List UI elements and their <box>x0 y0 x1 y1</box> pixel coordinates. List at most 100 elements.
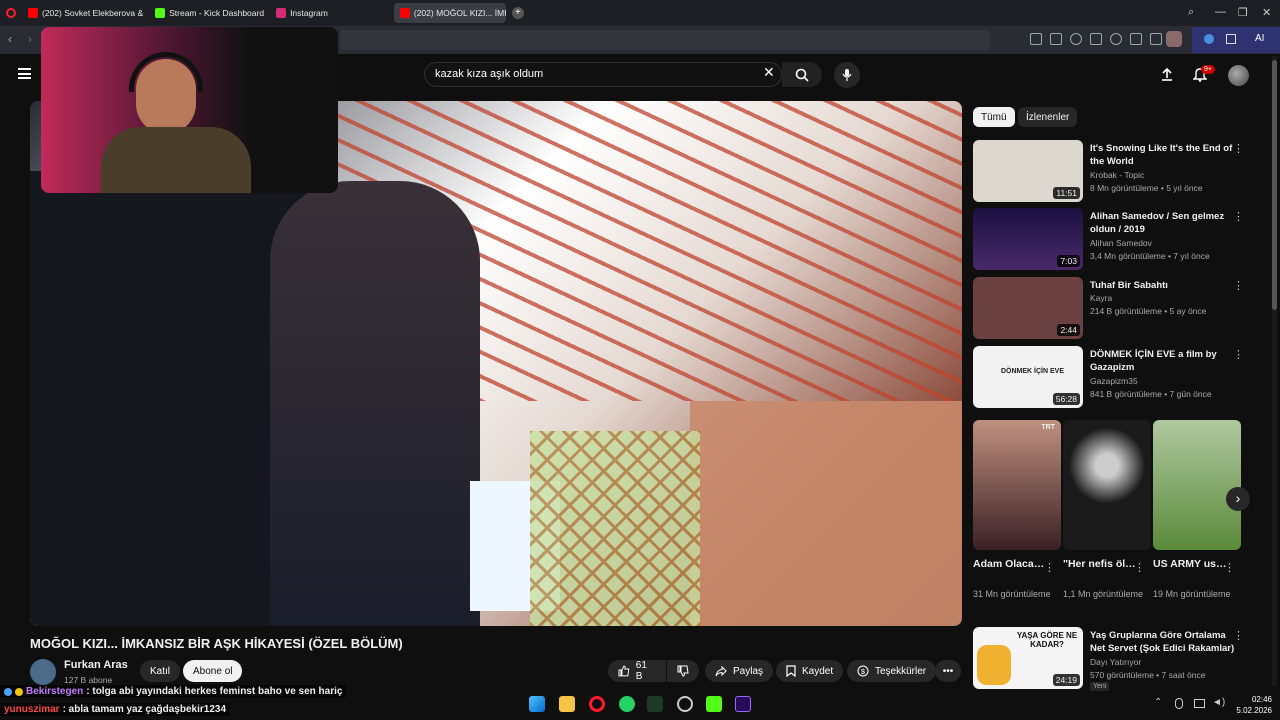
more-vertical-icon[interactable]: ⋮ <box>1134 561 1145 574</box>
recommendation-item[interactable]: YAŞA GÖRE NE KADAR? 24:19 Yaş Gruplarına… <box>973 627 1265 691</box>
join-button[interactable]: Katıl <box>140 660 181 682</box>
new-tab-button[interactable]: + <box>511 7 524 19</box>
more-actions-button[interactable]: ••• <box>935 660 961 682</box>
short-title[interactable]: "Her nefis ölümü ... <box>1063 557 1139 571</box>
opera-icon[interactable] <box>589 696 605 712</box>
whatsapp-icon[interactable] <box>619 696 635 712</box>
super-thanks-icon: $ <box>857 665 869 677</box>
trt-badge: TRT <box>1041 424 1055 431</box>
more-vertical-icon[interactable]: ⋮ <box>1233 142 1244 155</box>
more-vertical-icon[interactable]: ⋮ <box>1044 561 1055 574</box>
microphone-tray-icon[interactable] <box>1175 698 1183 709</box>
recommendation-item[interactable]: 11:51 It's Snowing Like It's the End of … <box>973 140 1265 204</box>
volume-tray-icon[interactable]: ◄) <box>1212 697 1225 708</box>
short-thumbnail[interactable] <box>1063 420 1151 550</box>
minimize-icon[interactable]: — <box>1215 6 1226 18</box>
video-thumbnail[interactable]: DÖNMEK İÇİN EVE 56:28 <box>973 346 1083 408</box>
channel-avatar[interactable] <box>30 659 56 685</box>
edit-icon[interactable] <box>1030 33 1042 45</box>
premiere-pro-icon[interactable] <box>735 696 751 712</box>
video-thumbnail[interactable]: 7:03 <box>973 208 1083 270</box>
tab-mogol[interactable]: (202) MOĞOL KIZI... İMKA <box>393 3 506 23</box>
duration-badge: 2:44 <box>1057 324 1080 336</box>
profile-avatar[interactable] <box>1166 31 1182 47</box>
display-tray-icon[interactable] <box>1194 699 1205 708</box>
like-button[interactable]: 61 B <box>608 660 666 682</box>
recommendation-channel[interactable]: Krobak - Topic <box>1090 170 1144 180</box>
camera-icon[interactable] <box>1050 33 1062 45</box>
back-icon[interactable]: ‹ <box>8 32 12 46</box>
close-icon[interactable]: ✕ <box>1262 6 1271 19</box>
search-button[interactable] <box>782 62 822 87</box>
url-field[interactable] <box>340 30 990 50</box>
video-thumbnail[interactable]: 11:51 <box>973 140 1083 202</box>
ai-label: AI <box>1255 33 1265 44</box>
windows-start-icon[interactable] <box>529 696 545 712</box>
recommendation-title[interactable]: It's Snowing Like It's the End of the Wo… <box>1090 142 1240 168</box>
download-icon[interactable] <box>1130 33 1142 45</box>
terminal-icon[interactable] <box>647 696 663 712</box>
voice-search-button[interactable] <box>834 62 860 88</box>
recommendation-title[interactable]: Alihan Samedov / Sen gelmez oldun / 2019 <box>1090 210 1240 236</box>
more-vertical-icon[interactable]: ⋮ <box>1233 629 1244 642</box>
channel-row: Furkan Aras 127 B abone Katıl Abone ol 6… <box>30 656 970 688</box>
menu-icon[interactable] <box>1150 33 1162 45</box>
tray-chevron-icon[interactable]: ⌃ <box>1154 697 1162 708</box>
recommendation-item[interactable]: 2:44 Tuhaf Bir Sabahtı Kayra 214 B görün… <box>973 277 1265 341</box>
scrollbar-thumb[interactable] <box>1272 60 1277 310</box>
thanks-button[interactable]: $ Teşekkürler <box>847 660 937 682</box>
recommendation-title[interactable]: Yaş Gruplarına Göre Ortalama Net Servet … <box>1090 629 1240 655</box>
messenger-icon[interactable] <box>1204 34 1214 44</box>
short-thumbnail[interactable] <box>1153 420 1241 550</box>
file-explorer-icon[interactable] <box>559 696 575 712</box>
subscriber-count: 127 B abone <box>64 675 113 685</box>
chip-watched[interactable]: İzlenenler <box>1018 107 1078 127</box>
hamburger-menu-icon[interactable] <box>18 68 31 79</box>
recommendation-channel[interactable]: Alihan Samedov <box>1090 238 1152 248</box>
recommendation-title[interactable]: DÖNMEK İÇİN EVE a film by Gazapizm <box>1090 348 1240 374</box>
short-thumbnail[interactable]: TRT <box>973 420 1061 550</box>
obs-icon[interactable] <box>677 696 693 712</box>
video-thumbnail[interactable]: YAŞA GÖRE NE KADAR? 24:19 <box>973 627 1083 689</box>
upload-icon[interactable] <box>1160 67 1174 81</box>
recommendation-meta: 570 görüntüleme • 7 saat önce <box>1090 670 1206 680</box>
save-button[interactable]: Kaydet <box>776 660 844 682</box>
chip-all[interactable]: Tümü <box>973 107 1015 127</box>
search-icon[interactable]: ⌕ <box>1188 6 1194 19</box>
kick-app-icon[interactable] <box>706 696 722 712</box>
opera-logo-icon[interactable] <box>6 8 16 18</box>
search-input[interactable]: kazak kıza aşık oldum <box>424 62 782 87</box>
recommendation-channel[interactable]: Dayı Yatırıyor <box>1090 657 1141 667</box>
more-vertical-icon[interactable]: ⋮ <box>1224 561 1235 574</box>
recommendation-channel[interactable]: Gazapizm35 <box>1090 376 1138 386</box>
recommendation-title[interactable]: Tuhaf Bir Sabahtı <box>1090 279 1240 292</box>
tab-instagram[interactable]: Instagram <box>270 3 334 23</box>
tab-kick[interactable]: Stream - Kick Dashboard <box>149 3 270 23</box>
dislike-button[interactable] <box>667 660 699 682</box>
short-title[interactable]: US ARMY us XM7 Rifle / ... <box>1153 557 1229 571</box>
tab-sovket[interactable]: (202) Sovket Elekberova & <box>22 3 149 23</box>
clock[interactable]: 02:46 5.02.2026 <box>1232 694 1272 716</box>
recommendation-item[interactable]: DÖNMEK İÇİN EVE 56:28 DÖNMEK İÇİN EVE a … <box>973 346 1265 410</box>
forward-icon[interactable]: › <box>28 32 32 46</box>
channel-name[interactable]: Furkan Aras <box>64 659 128 671</box>
maximize-icon[interactable]: ❐ <box>1238 6 1248 19</box>
recommendation-meta: 214 B görüntüleme • 5 ay önce <box>1090 306 1207 316</box>
account-avatar[interactable] <box>1228 65 1249 86</box>
recommendation-channel[interactable]: Kayra <box>1090 293 1112 303</box>
more-vertical-icon[interactable]: ⋮ <box>1233 279 1244 292</box>
ai-button[interactable]: AI <box>1255 33 1264 44</box>
recommendation-item[interactable]: 7:03 Alihan Samedov / Sen gelmez oldun /… <box>973 208 1265 272</box>
cube-icon[interactable] <box>1226 34 1236 44</box>
shorts-next-button[interactable]: › <box>1226 487 1250 511</box>
more-vertical-icon[interactable]: ⋮ <box>1233 210 1244 223</box>
heart-icon[interactable] <box>1110 33 1122 45</box>
video-thumbnail[interactable]: 2:44 <box>973 277 1083 339</box>
short-title[interactable]: Adam Olacak Çocuk Uğur... <box>973 557 1049 571</box>
share-button[interactable]: Paylaş <box>705 660 774 682</box>
more-vertical-icon[interactable]: ⋮ <box>1233 348 1244 361</box>
shield-icon[interactable] <box>1070 33 1082 45</box>
clear-search-icon[interactable]: ✕ <box>763 64 775 81</box>
play-icon[interactable] <box>1090 33 1102 45</box>
subscribe-button[interactable]: Abone ol <box>183 660 243 682</box>
